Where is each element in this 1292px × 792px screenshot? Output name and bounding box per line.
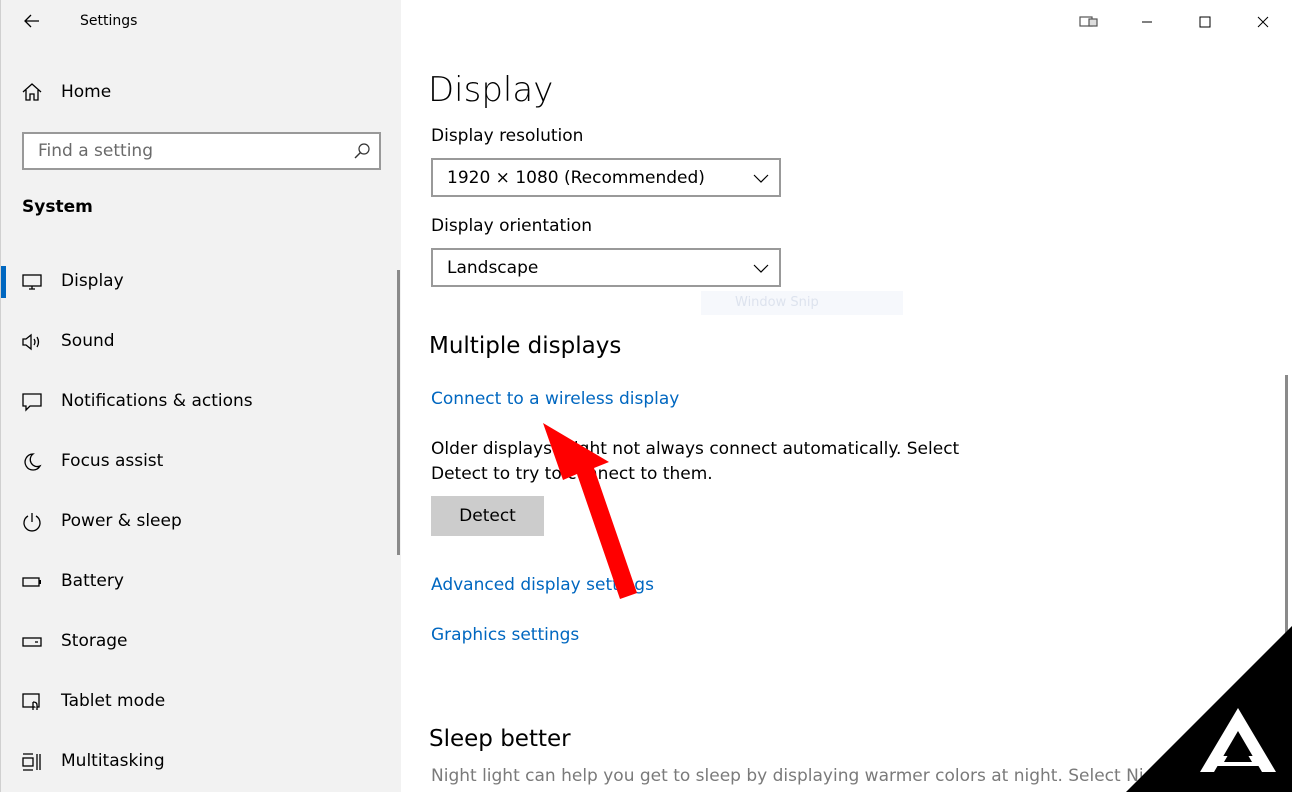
snap-button[interactable] — [1060, 0, 1118, 44]
close-button[interactable] — [1234, 0, 1292, 44]
chevron-down-icon — [753, 264, 769, 273]
notification-icon — [22, 393, 42, 412]
main-scrollbar[interactable] — [1285, 375, 1288, 792]
close-icon — [1257, 16, 1269, 28]
window-controls — [1060, 0, 1292, 44]
page-title: Display — [428, 70, 554, 110]
older-displays-line-1: Older displays might not always connect … — [431, 439, 960, 459]
sleep-better-heading: Sleep better — [429, 726, 571, 752]
power-icon — [23, 513, 41, 532]
tablet-mode-icon — [22, 693, 40, 710]
storage-icon — [22, 637, 42, 647]
speaker-icon — [22, 333, 40, 351]
section-title: System — [22, 197, 93, 217]
graphics-settings-link[interactable]: Graphics settings — [431, 625, 579, 645]
sidebar-item-label: Power & sleep — [61, 511, 182, 531]
sidebar-item-tablet-mode[interactable]: Tablet mode — [1, 672, 397, 732]
minimize-icon — [1142, 21, 1152, 23]
advanced-display-settings-link[interactable]: Advanced display settings — [431, 575, 654, 595]
sidebar-scrollbar[interactable] — [397, 270, 400, 555]
moon-icon — [24, 453, 42, 471]
search-icon[interactable] — [353, 142, 371, 160]
minimize-button[interactable] — [1118, 0, 1176, 44]
battery-icon — [22, 577, 41, 587]
sidebar-item-label: Focus assist — [61, 451, 164, 471]
back-arrow-icon — [24, 14, 39, 28]
search-box[interactable] — [22, 132, 381, 170]
sidebar-item-label: Multitasking — [61, 751, 165, 771]
night-light-description: Night light can help you get to sleep by… — [431, 766, 1151, 786]
sidebar-item-notifications[interactable]: Notifications & actions — [1, 372, 397, 432]
sidebar-nav: Display Sound Notifications & actions Fo… — [1, 252, 402, 792]
multitasking-icon — [22, 753, 41, 771]
sidebar-item-battery[interactable]: Battery — [1, 552, 397, 612]
resolution-label: Display resolution — [431, 126, 584, 146]
resolution-dropdown[interactable]: 1920 × 1080 (Recommended) — [431, 158, 781, 197]
title-bar-left: Settings — [1, 0, 402, 44]
sidebar-item-label: Notifications & actions — [61, 391, 253, 411]
resolution-value: 1920 × 1080 (Recommended) — [447, 168, 705, 188]
sidebar-item-label: Battery — [61, 571, 124, 591]
connect-wireless-display-link[interactable]: Connect to a wireless display — [431, 389, 679, 409]
sidebar-item-label: Tablet mode — [61, 691, 166, 711]
sidebar-item-focus-assist[interactable]: Focus assist — [1, 432, 397, 492]
sidebar-item-label: Sound — [61, 331, 115, 351]
older-displays-line-2: Detect to try to connect to them. — [431, 464, 713, 484]
maximize-icon — [1199, 16, 1211, 28]
sidebar-item-multitasking[interactable]: Multitasking — [1, 732, 397, 792]
monitor-icon — [22, 274, 42, 290]
multiple-displays-heading: Multiple displays — [429, 333, 622, 359]
sidebar-item-label: Display — [61, 271, 124, 291]
back-button[interactable] — [15, 6, 49, 36]
sidebar-item-power-sleep[interactable]: Power & sleep — [1, 492, 397, 552]
home-label: Home — [61, 82, 112, 102]
sidebar-item-sound[interactable]: Sound — [1, 312, 397, 372]
snap-icon — [1079, 16, 1098, 27]
sidebar-item-display[interactable]: Display — [1, 252, 397, 312]
sidebar: Settings Home System Display Sound — [0, 0, 401, 792]
detect-button[interactable]: Detect — [431, 496, 544, 536]
app-title: Settings — [80, 13, 138, 29]
older-displays-text: Older displays might not always connect … — [431, 437, 991, 487]
sidebar-item-label: Storage — [61, 631, 128, 651]
home-icon — [22, 83, 42, 101]
orientation-label: Display orientation — [431, 216, 593, 236]
main-content: Display Display resolution 1920 × 1080 (… — [401, 0, 1292, 792]
sidebar-item-storage[interactable]: Storage — [1, 612, 397, 672]
search-input[interactable] — [38, 140, 338, 162]
orientation-value: Landscape — [447, 258, 539, 278]
maximize-button[interactable] — [1176, 0, 1234, 44]
orientation-dropdown[interactable]: Landscape — [431, 248, 781, 287]
faint-overlay-text: Window Snip — [701, 291, 903, 315]
chevron-down-icon — [753, 174, 769, 183]
home-nav-item[interactable]: Home — [1, 70, 402, 114]
